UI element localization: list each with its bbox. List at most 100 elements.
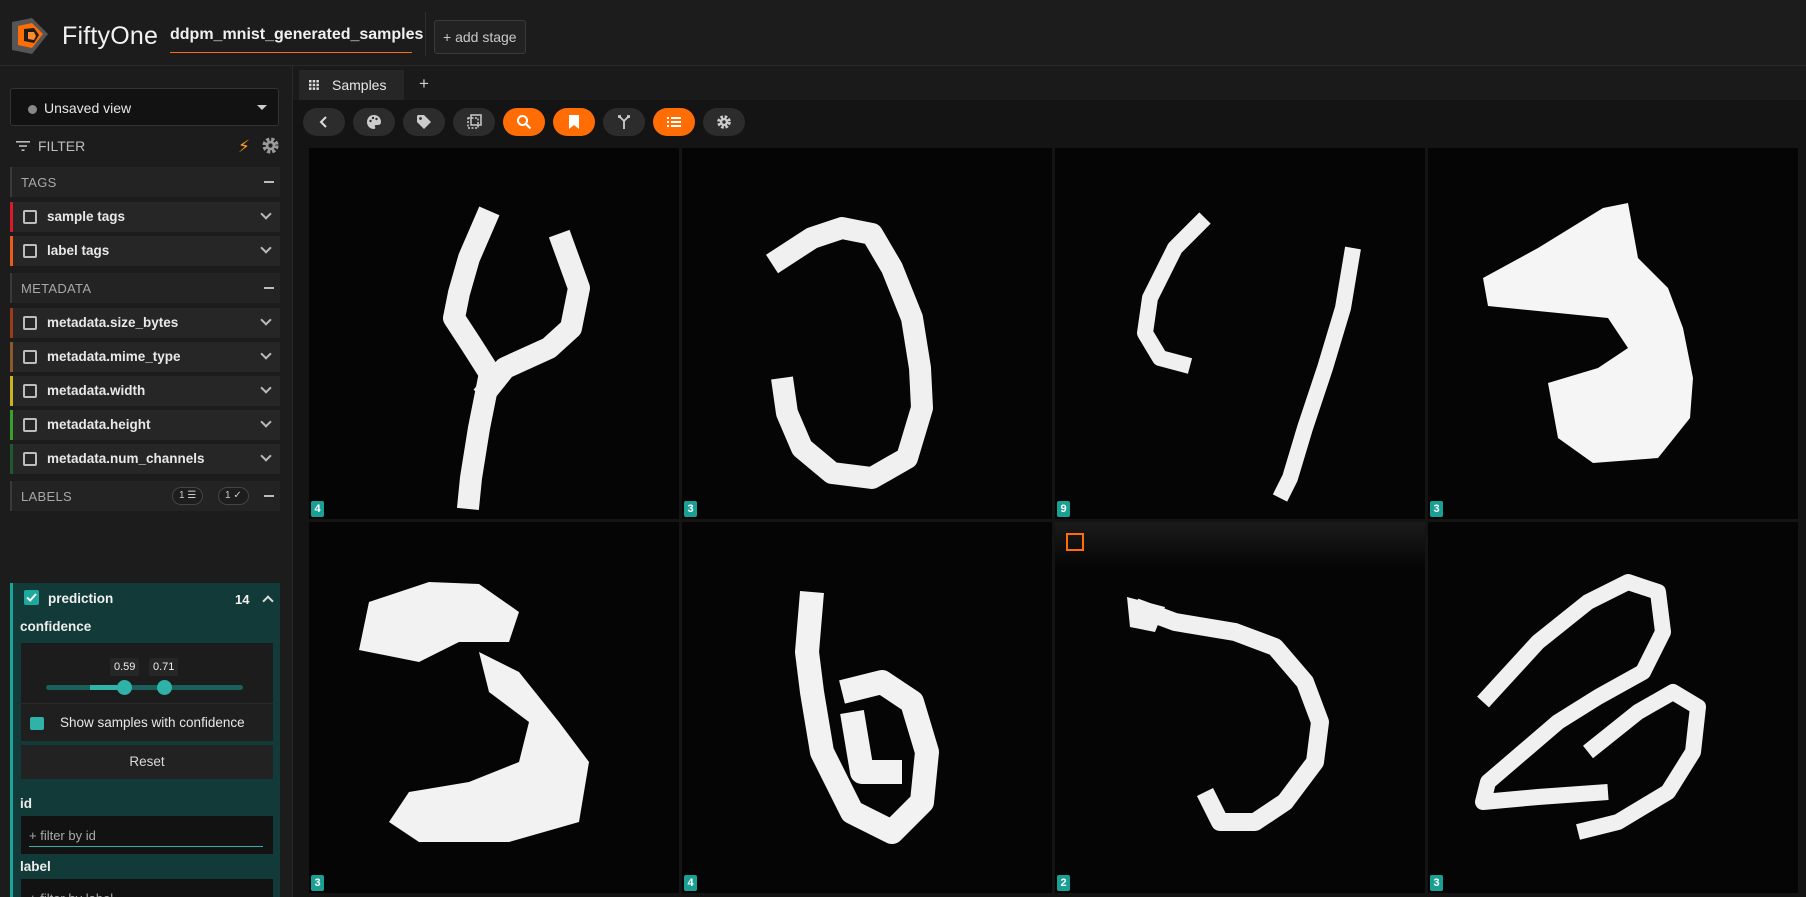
- chevron-down-icon[interactable]: [260, 314, 272, 326]
- header-divider: [425, 12, 426, 56]
- label-filter-input[interactable]: [29, 888, 263, 897]
- show-samples-option[interactable]: Show samples with confidence: [21, 703, 273, 741]
- gear-icon[interactable]: [261, 136, 280, 155]
- digit-image: [1137, 212, 1361, 502]
- digit-image: [766, 217, 933, 489]
- filter-header: FILTER ⚡: [14, 136, 282, 160]
- add-stage-button[interactable]: + add stage: [434, 20, 526, 54]
- prediction-field-expanded: prediction 14 confidence 0.59 0.71 Show …: [10, 583, 280, 897]
- view-selector[interactable]: Unsaved view: [10, 88, 279, 126]
- app-header: FiftyOne ddpm_mnist_generated_samples + …: [0, 0, 1806, 66]
- grid-toolbar: [293, 100, 1806, 142]
- group-header-tags[interactable]: TAGS: [10, 167, 280, 197]
- collapse-icon[interactable]: [264, 287, 274, 289]
- collapse-icon[interactable]: [264, 495, 274, 497]
- field-row-metadata-num-channels[interactable]: metadata.num_channels: [10, 444, 280, 474]
- prediction-count: 14: [235, 592, 250, 607]
- filter-label: FILTER: [38, 138, 86, 154]
- tag-button[interactable]: [403, 108, 445, 136]
- checkbox[interactable]: [23, 418, 37, 432]
- sample-tile[interactable]: 3: [682, 148, 1052, 519]
- sample-tile[interactable]: 4: [682, 522, 1052, 893]
- checkbox[interactable]: [23, 244, 37, 258]
- slider-track[interactable]: [46, 685, 243, 690]
- grid-icon: [309, 80, 319, 90]
- back-button[interactable]: [303, 108, 345, 136]
- tab-bar: Samples +: [293, 66, 1806, 100]
- label-badge: 9: [1057, 501, 1070, 517]
- checkbox[interactable]: [23, 384, 37, 398]
- label-filter: [21, 879, 273, 897]
- caret-down-icon: [257, 105, 267, 110]
- field-row-metadata-mime-type[interactable]: metadata.mime_type: [10, 342, 280, 372]
- visible-count-pill[interactable]: 1 ✓: [218, 487, 249, 505]
- image-icon: [30, 717, 44, 730]
- slider-min-value: 0.59: [110, 658, 140, 676]
- field-row-metadata-width[interactable]: metadata.width: [10, 376, 280, 406]
- field-row-sample-tags[interactable]: sample tags: [10, 202, 280, 232]
- prediction-checkbox[interactable]: [24, 590, 39, 605]
- chevron-up-icon[interactable]: [262, 595, 274, 607]
- sample-tile[interactable]: 9: [1055, 148, 1425, 519]
- sample-grid: 4 3 9 3 3 4 2 3: [309, 148, 1806, 897]
- reset-button[interactable]: Reset: [21, 745, 273, 779]
- similarity-search-button[interactable]: [503, 108, 545, 136]
- bookmark-icon: [569, 115, 579, 129]
- group-label-tags: TAGS: [21, 175, 57, 190]
- id-filter-input[interactable]: [29, 825, 263, 847]
- digit-image: [443, 206, 590, 511]
- checkbox[interactable]: [23, 350, 37, 364]
- checkbox[interactable]: [23, 316, 37, 330]
- checkbox[interactable]: [23, 452, 37, 466]
- field-row-metadata-size-bytes[interactable]: metadata.size_bytes: [10, 308, 280, 338]
- field-row-label-tags[interactable]: label tags: [10, 236, 280, 266]
- list-view-button[interactable]: [653, 108, 695, 136]
- chevron-down-icon[interactable]: [260, 242, 272, 254]
- color-scheme-button[interactable]: [353, 108, 395, 136]
- merge-icon: [618, 115, 630, 129]
- sample-tile[interactable]: 3: [309, 522, 679, 893]
- field-label: metadata.size_bytes: [47, 315, 179, 330]
- id-filter: [21, 816, 273, 854]
- list-icon: [667, 117, 681, 127]
- field-label: sample tags: [47, 209, 126, 224]
- sample-tile[interactable]: 4: [309, 148, 679, 519]
- checkbox[interactable]: [23, 210, 37, 224]
- save-view-button[interactable]: [553, 108, 595, 136]
- digit-image: [1127, 597, 1329, 831]
- label-label: label: [20, 859, 51, 874]
- dataset-selector[interactable]: ddpm_mnist_generated_samples: [170, 26, 423, 53]
- slider-min-handle[interactable]: [117, 680, 132, 695]
- visible-count: 1: [225, 490, 231, 501]
- chevron-down-icon[interactable]: [260, 416, 272, 428]
- field-label: metadata.width: [47, 383, 146, 398]
- collapse-icon[interactable]: [264, 181, 274, 183]
- group-header-labels[interactable]: LABELS 1 ☰ 1 ✓: [10, 481, 280, 511]
- sort-by-similarity-button[interactable]: [603, 108, 645, 136]
- sample-tile[interactable]: 3: [1428, 148, 1798, 519]
- bolt-icon[interactable]: ⚡: [238, 137, 250, 157]
- sample-tile[interactable]: 3: [1428, 522, 1798, 893]
- field-row-metadata-height[interactable]: metadata.height: [10, 410, 280, 440]
- group-header-metadata[interactable]: METADATA: [10, 273, 280, 303]
- add-panel-button[interactable]: +: [419, 74, 429, 94]
- gear-icon: [717, 115, 731, 129]
- field-label: metadata.height: [47, 417, 151, 432]
- tab-samples[interactable]: Samples: [299, 70, 404, 100]
- patches-button[interactable]: [453, 108, 495, 136]
- label-badge: 4: [311, 501, 324, 517]
- fiftyone-logo-icon[interactable]: [8, 14, 52, 58]
- select-checkbox[interactable]: [1066, 533, 1084, 551]
- chevron-down-icon[interactable]: [260, 208, 272, 220]
- view-selector-label: Unsaved view: [44, 100, 132, 116]
- chevron-down-icon[interactable]: [260, 348, 272, 360]
- tag-icon: [417, 115, 431, 129]
- sample-tile[interactable]: 2: [1055, 522, 1425, 893]
- chevron-down-icon[interactable]: [260, 382, 272, 394]
- group-label-labels: LABELS: [21, 489, 72, 504]
- filter-count: 1: [179, 490, 185, 501]
- settings-button[interactable]: [703, 108, 745, 136]
- slider-max-handle[interactable]: [157, 680, 172, 695]
- filter-count-pill[interactable]: 1 ☰: [172, 487, 204, 505]
- chevron-down-icon[interactable]: [260, 450, 272, 462]
